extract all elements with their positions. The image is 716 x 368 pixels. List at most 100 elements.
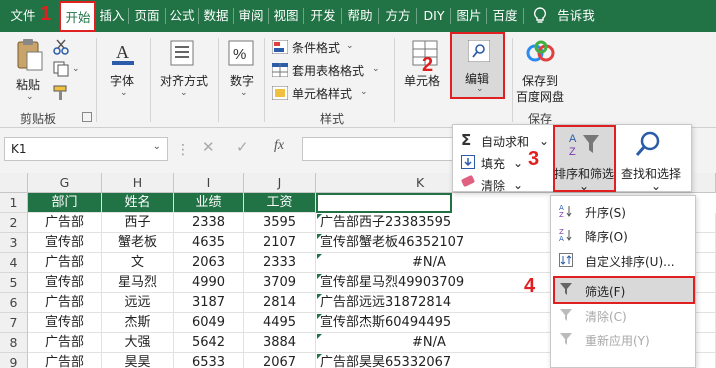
- column-header[interactable]: I: [174, 173, 244, 193]
- chevron-down-icon[interactable]: ⌄: [240, 88, 248, 98]
- table-cell[interactable]: 2063: [174, 253, 244, 273]
- table-cell[interactable]: 广告部: [28, 293, 102, 313]
- font-icon[interactable]: A: [108, 38, 138, 68]
- tab-fangfang[interactable]: 方方: [380, 0, 416, 32]
- table-format-button[interactable]: 套用表格格式: [292, 62, 364, 79]
- selected-cell[interactable]: [316, 193, 452, 213]
- row-header[interactable]: 9: [0, 353, 28, 368]
- table-cell[interactable]: 广告部: [28, 353, 102, 368]
- select-all-corner[interactable]: [0, 173, 28, 193]
- table-cell[interactable]: 西子: [102, 213, 174, 233]
- column-header[interactable]: H: [102, 173, 174, 193]
- table-cell[interactable]: 4990: [174, 273, 244, 293]
- menu-sort-descending[interactable]: 降序(O): [585, 228, 628, 245]
- table-cell[interactable]: 3709: [244, 273, 316, 293]
- align-icon[interactable]: [170, 40, 194, 66]
- font-button[interactable]: 字体: [110, 72, 134, 89]
- table-header-cell[interactable]: 工资: [244, 193, 316, 213]
- menu-custom-sort[interactable]: 自定义排序(U)...: [585, 253, 675, 270]
- table-cell[interactable]: 昊昊: [102, 353, 174, 368]
- tab-diy[interactable]: DIY: [418, 0, 450, 32]
- tell-me-search[interactable]: 告诉我: [553, 0, 599, 32]
- table-cell[interactable]: 2067: [244, 353, 316, 368]
- table-cell[interactable]: 广告部: [28, 253, 102, 273]
- table-cell[interactable]: 4635: [174, 233, 244, 253]
- table-cell[interactable]: 3187: [174, 293, 244, 313]
- table-header-cell[interactable]: 部门: [28, 193, 102, 213]
- table-cell[interactable]: 4495: [244, 313, 316, 333]
- cut-icon[interactable]: [52, 38, 70, 56]
- row-header[interactable]: 4: [0, 253, 28, 273]
- tab-review[interactable]: 审阅: [235, 0, 267, 32]
- row-header[interactable]: 1: [0, 193, 28, 213]
- menu-sort-ascending[interactable]: 升序(S): [585, 204, 626, 221]
- table-cell[interactable]: 6049: [174, 313, 244, 333]
- table-cell[interactable]: 3884: [244, 333, 316, 353]
- table-cell[interactable]: 文: [102, 253, 174, 273]
- table-cell[interactable]: 2107: [244, 233, 316, 253]
- table-header-cell[interactable]: 业绩: [174, 193, 244, 213]
- lightbulb-icon[interactable]: [530, 6, 550, 26]
- baidu-cloud-icon[interactable]: [524, 40, 558, 64]
- number-button[interactable]: 数字: [230, 72, 254, 89]
- autosum-button[interactable]: 自动求和: [481, 133, 529, 150]
- table-header-cell[interactable]: 姓名: [102, 193, 174, 213]
- save-to-baidu-line2[interactable]: 百度网盘: [516, 88, 564, 105]
- tab-view[interactable]: 视图: [270, 0, 302, 32]
- tab-picture[interactable]: 图片: [452, 0, 486, 32]
- row-header[interactable]: 8: [0, 333, 28, 353]
- paste-icon[interactable]: [14, 38, 44, 72]
- table-cell[interactable]: 远远: [102, 293, 174, 313]
- row-header[interactable]: 7: [0, 313, 28, 333]
- tab-page-layout[interactable]: 页面: [130, 0, 164, 32]
- column-header[interactable]: G: [28, 173, 102, 193]
- insert-function-button[interactable]: fx: [274, 138, 284, 154]
- format-painter-icon[interactable]: [52, 84, 70, 102]
- fill-button[interactable]: 填充: [481, 155, 505, 172]
- chevron-down-icon[interactable]: ⌄: [346, 41, 354, 51]
- table-cell[interactable]: 宣传部: [28, 273, 102, 293]
- table-cell[interactable]: 6533: [174, 353, 244, 368]
- table-cell[interactable]: 大强: [102, 333, 174, 353]
- table-cell[interactable]: 宣传部: [28, 313, 102, 333]
- table-cell[interactable]: 蟹老板: [102, 233, 174, 253]
- alignment-button[interactable]: 对齐方式: [160, 72, 208, 89]
- row-header[interactable]: 5: [0, 273, 28, 293]
- name-box[interactable]: K1 ⌄: [4, 137, 168, 161]
- chevron-down-icon[interactable]: ⌄: [513, 178, 523, 192]
- row-header[interactable]: 6: [0, 293, 28, 313]
- cancel-icon[interactable]: ✕: [202, 138, 215, 156]
- row-header[interactable]: 2: [0, 213, 28, 233]
- table-cell[interactable]: 3595: [244, 213, 316, 233]
- table-cell[interactable]: 广告部: [28, 213, 102, 233]
- chevron-down-icon[interactable]: ⌄: [360, 87, 368, 97]
- table-cell[interactable]: 宣传部: [28, 233, 102, 253]
- clear-button[interactable]: 清除: [481, 177, 505, 194]
- conditional-format-button[interactable]: 条件格式: [292, 39, 340, 56]
- tab-data[interactable]: 数据: [200, 0, 232, 32]
- tab-baidu[interactable]: 百度: [488, 0, 522, 32]
- tab-formulas[interactable]: 公式: [167, 0, 197, 32]
- table-cell[interactable]: 5642: [174, 333, 244, 353]
- chevron-down-icon[interactable]: ⌄: [651, 179, 661, 193]
- tab-help[interactable]: 帮助: [343, 0, 377, 32]
- chevron-down-icon[interactable]: ⌄: [513, 156, 523, 170]
- chevron-down-icon[interactable]: ⌄: [372, 64, 380, 74]
- chevron-down-icon[interactable]: ⌄: [180, 88, 188, 98]
- tab-developer[interactable]: 开发: [305, 0, 341, 32]
- paste-button[interactable]: 粘贴: [16, 76, 40, 93]
- chevron-down-icon[interactable]: ⌄: [539, 134, 549, 148]
- copy-icon[interactable]: [52, 60, 70, 78]
- formula-input[interactable]: [302, 137, 458, 161]
- save-to-baidu-line1[interactable]: 保存到: [522, 72, 558, 89]
- chevron-down-icon[interactable]: ⌄: [153, 141, 161, 152]
- tab-insert[interactable]: 插入: [97, 0, 127, 32]
- percent-icon[interactable]: %: [228, 40, 254, 66]
- chevron-down-icon[interactable]: ⌄: [120, 88, 128, 98]
- enter-icon[interactable]: ✓: [236, 138, 249, 156]
- table-cell[interactable]: 广告部: [28, 333, 102, 353]
- chevron-down-icon[interactable]: ⌄: [26, 92, 34, 102]
- chevron-down-icon[interactable]: ⌄: [72, 64, 80, 74]
- cell-style-button[interactable]: 单元格样式: [292, 85, 352, 102]
- dialog-launcher-icon[interactable]: [82, 112, 92, 122]
